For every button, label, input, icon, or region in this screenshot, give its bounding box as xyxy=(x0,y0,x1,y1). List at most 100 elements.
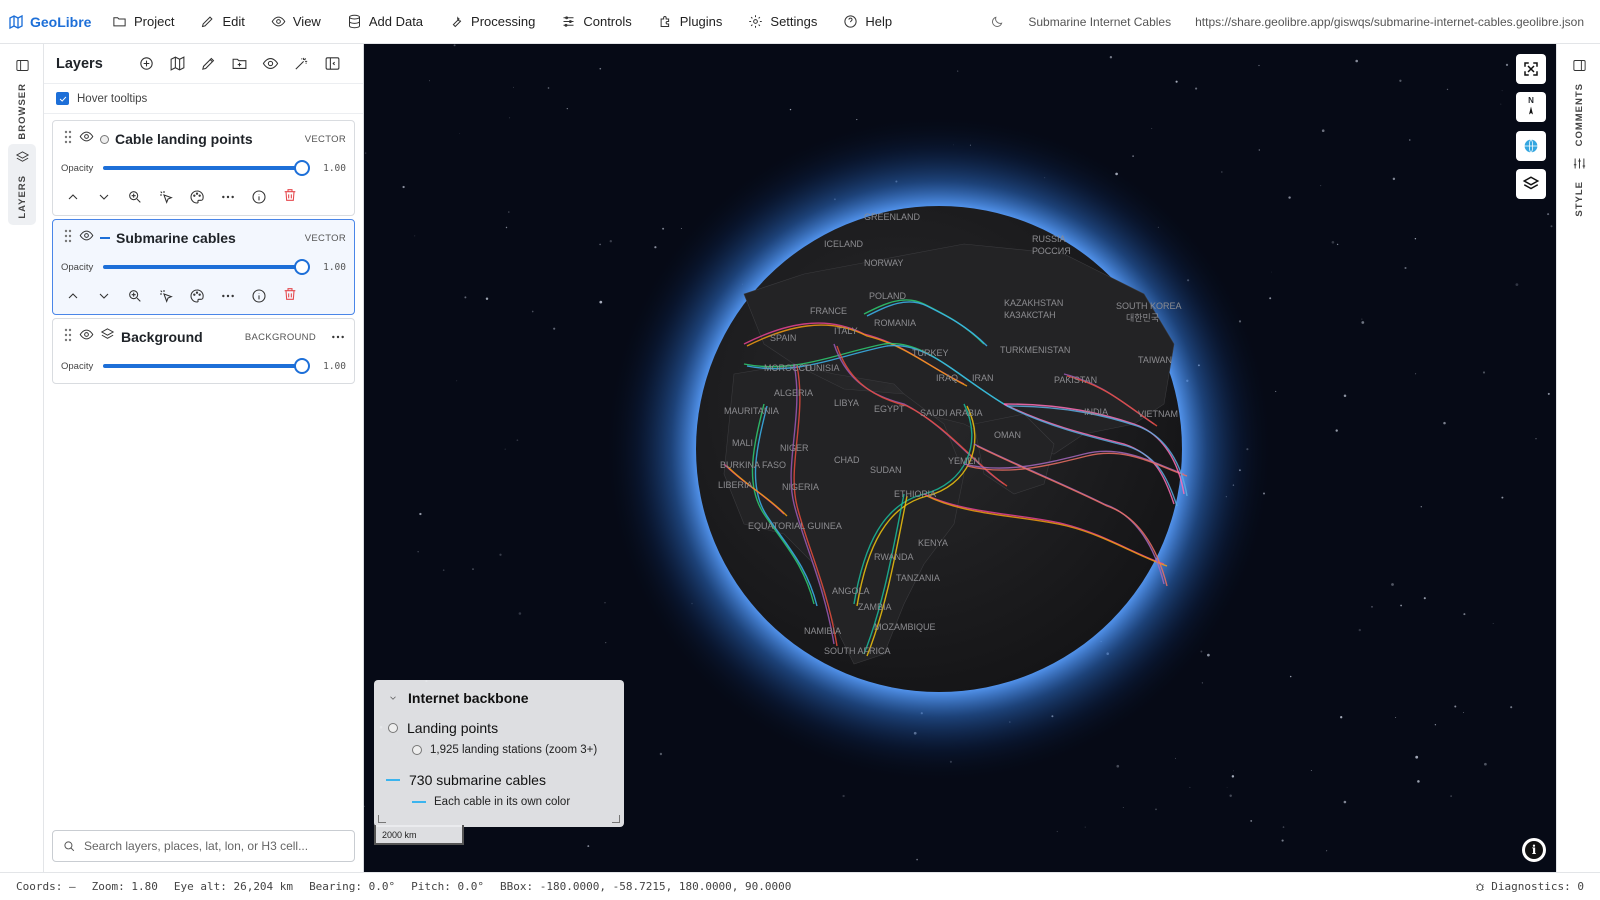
visibility-toggle-icon[interactable] xyxy=(79,129,94,149)
menu-project[interactable]: Project xyxy=(112,14,174,29)
opacity-slider[interactable] xyxy=(103,259,310,275)
zoom-to-layer-icon[interactable] xyxy=(127,189,143,205)
star xyxy=(1404,266,1407,270)
delete-layer-button[interactable] xyxy=(282,187,298,208)
palette-icon[interactable] xyxy=(189,189,205,205)
map-label: CHAD xyxy=(834,455,860,465)
drag-handle-icon[interactable] xyxy=(63,328,73,347)
menu-plugins[interactable]: Plugins xyxy=(658,14,722,29)
slider-thumb[interactable] xyxy=(294,160,310,176)
tab-browser[interactable]: BROWSER xyxy=(8,58,36,140)
magic-wand-icon[interactable] xyxy=(293,55,310,72)
draw-icon[interactable] xyxy=(200,55,217,72)
layer-card-background[interactable]: Background BACKGROUND Opacity 1.00 xyxy=(52,318,355,384)
layer-type: VECTOR xyxy=(304,133,346,145)
menu-settings[interactable]: Settings xyxy=(748,14,817,29)
star xyxy=(364,152,367,154)
drag-handle-icon[interactable] xyxy=(63,130,73,149)
info-icon[interactable] xyxy=(251,189,267,205)
opacity-slider[interactable] xyxy=(103,358,310,374)
compass-button[interactable]: N xyxy=(1516,92,1546,122)
more-icon[interactable] xyxy=(220,288,236,304)
attribution-button[interactable]: i xyxy=(1522,838,1546,862)
star xyxy=(1288,196,1291,199)
delete-layer-button[interactable] xyxy=(282,286,298,307)
chevron-up-icon[interactable] xyxy=(65,288,81,304)
chevron-down-icon[interactable] xyxy=(96,189,112,205)
opacity-label: Opacity xyxy=(61,261,94,273)
hover-tooltips-checkbox[interactable] xyxy=(56,92,69,105)
star xyxy=(1492,623,1494,624)
map-view[interactable]: GREENLAND ICELAND RUSSIA РОССИЯ NORWAY POLAND… xyxy=(364,44,1556,872)
slider-thumb[interactable] xyxy=(294,358,310,374)
map-label: NORWAY xyxy=(864,258,903,268)
diagnostics-button[interactable]: Diagnostics: 0 xyxy=(1474,880,1584,893)
zoom-to-layer-icon[interactable] xyxy=(127,288,143,304)
add-layer-icon[interactable] xyxy=(138,55,155,72)
star xyxy=(1189,786,1191,788)
visibility-toggle-icon[interactable] xyxy=(79,327,94,347)
star xyxy=(605,641,607,644)
eye-icon xyxy=(271,16,286,27)
star xyxy=(1258,149,1260,151)
layer-name[interactable]: Cable landing points xyxy=(115,131,299,147)
map-label: OMAN xyxy=(994,430,1021,440)
palette-icon[interactable] xyxy=(189,288,205,304)
menu-edit[interactable]: Edit xyxy=(200,14,245,29)
more-icon[interactable] xyxy=(220,189,236,205)
map-label: TURKMENISTAN xyxy=(1000,345,1070,355)
layer-name[interactable]: Background xyxy=(121,329,239,345)
star xyxy=(1207,653,1210,657)
star xyxy=(1409,139,1411,141)
resize-handle-icon[interactable] xyxy=(378,815,386,823)
menu-processing[interactable]: Processing xyxy=(449,14,535,29)
visibility-toggle-icon[interactable] xyxy=(79,228,94,248)
legend-header[interactable]: Internet backbone xyxy=(388,690,610,706)
star xyxy=(1358,628,1361,632)
chevron-up-icon[interactable] xyxy=(65,189,81,205)
menu-view[interactable]: View xyxy=(271,14,321,29)
layer-switcher-button[interactable] xyxy=(1516,169,1546,199)
point-symbol-icon xyxy=(100,134,109,144)
layer-name[interactable]: Submarine cables xyxy=(116,230,299,246)
fullscreen-button[interactable] xyxy=(1516,54,1546,84)
more-button[interactable] xyxy=(322,329,346,345)
map-label: SPAIN xyxy=(770,333,796,343)
wrench-icon xyxy=(452,16,462,28)
chevron-down-icon[interactable] xyxy=(96,288,112,304)
status-bar: Coords: — Zoom: 1.80 Eye alt: 26,204 km … xyxy=(0,872,1600,900)
opacity-slider[interactable] xyxy=(103,160,310,176)
menu-help[interactable]: Help xyxy=(843,14,892,29)
legend-landing-desc-row: 1,925 landing stations (zoom 3+) xyxy=(412,744,610,756)
resize-handle-icon[interactable] xyxy=(612,815,620,823)
identify-icon[interactable] xyxy=(158,288,174,304)
layer-search[interactable] xyxy=(52,830,355,862)
slider-thumb[interactable] xyxy=(294,259,310,275)
identify-icon[interactable] xyxy=(158,189,174,205)
visibility-icon[interactable] xyxy=(262,55,279,72)
layer-card-submarine-cables[interactable]: Submarine cables VECTOR Opacity 1.00 xyxy=(52,219,355,315)
layer-card-landing-points[interactable]: Cable landing points VECTOR Opacity 1.00 xyxy=(52,120,355,216)
tab-comments[interactable]: COMMENTS xyxy=(1565,58,1593,146)
search-input[interactable] xyxy=(84,839,344,853)
map-label: РОССИЯ xyxy=(1032,246,1071,256)
map-label: RUSSIA xyxy=(1032,234,1066,244)
app-brand[interactable]: GeoLibre xyxy=(0,14,100,30)
moon-icon[interactable] xyxy=(990,15,1004,29)
info-icon[interactable] xyxy=(251,288,267,304)
globe-projection-button[interactable] xyxy=(1516,131,1546,161)
menu-add-data[interactable]: Add Data xyxy=(347,14,423,29)
panel-icon xyxy=(15,60,29,71)
tab-layers[interactable]: LAYERS xyxy=(8,144,36,225)
share-url[interactable]: https://share.geolibre.app/giswqs/submar… xyxy=(1195,15,1584,29)
drag-handle-icon[interactable] xyxy=(63,229,73,248)
folder-plus-icon[interactable] xyxy=(231,55,248,72)
collapse-panel-icon[interactable] xyxy=(324,55,341,72)
star xyxy=(1414,237,1417,240)
basemap-icon[interactable] xyxy=(169,55,186,72)
star xyxy=(1226,787,1228,789)
menu-controls[interactable]: Controls xyxy=(561,14,632,29)
tab-style[interactable]: STYLE xyxy=(1565,156,1593,217)
star xyxy=(1289,675,1292,678)
hover-tooltips-toggle[interactable]: Hover tooltips xyxy=(44,84,363,114)
